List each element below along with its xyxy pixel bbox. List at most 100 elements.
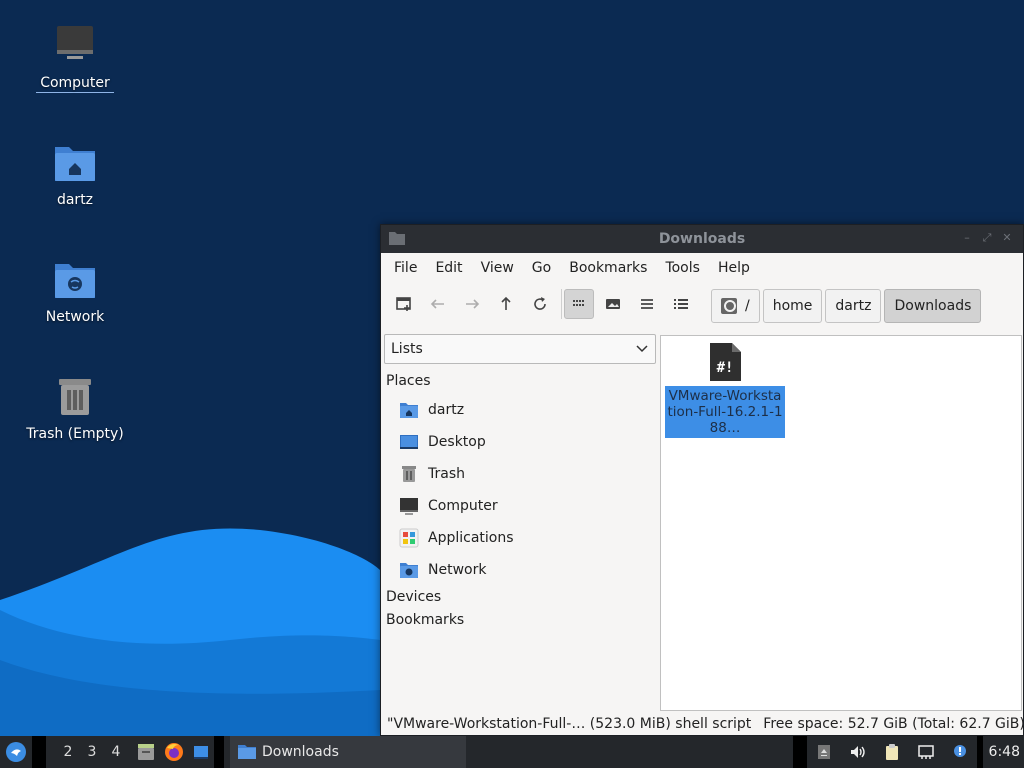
start-menu-button[interactable] [0, 736, 32, 768]
system-tray: 6:48 [792, 736, 1024, 768]
notification-icon [953, 745, 966, 757]
sidebar: Lists Places dartz Desktop Trash Compute… [381, 327, 659, 711]
desktop-icon [400, 435, 418, 449]
sidebar-heading-bookmarks[interactable]: Bookmarks [386, 612, 464, 628]
sidebar-item-computer[interactable]: Computer [399, 492, 498, 520]
sidebar-heading-places: Places [386, 373, 431, 389]
menu-bookmarks[interactable]: Bookmarks [560, 260, 656, 276]
volume-icon [850, 746, 865, 758]
sidebar-mode-value: Lists [391, 341, 423, 357]
computer-icon [400, 498, 418, 515]
minimize-icon[interactable]: – [961, 232, 973, 244]
sidebar-item-label: Trash [428, 466, 465, 482]
menu-view[interactable]: View [472, 260, 523, 276]
sidebar-item-trash[interactable]: Trash [399, 460, 465, 488]
clipboard-button[interactable] [881, 741, 903, 763]
clock[interactable]: 6:48 [989, 744, 1020, 760]
detail-view-icon [674, 299, 688, 309]
forward-icon [466, 299, 480, 309]
detail-view-button[interactable] [666, 289, 696, 319]
firefox-launcher[interactable] [160, 742, 188, 762]
menu-edit[interactable]: Edit [426, 260, 471, 276]
file-view[interactable]: #! VMware-Workstation-Full-16.2.1-188… [660, 335, 1022, 711]
sidebar-heading-devices[interactable]: Devices [386, 589, 441, 605]
sidebar-item-network[interactable]: Network [399, 556, 486, 584]
sidebar-item-label: Network [428, 562, 487, 578]
desktop-icon-computer[interactable]: Computer [20, 22, 130, 93]
distro-logo-icon [6, 742, 26, 762]
home-folder-icon [400, 403, 418, 418]
drive-icon [721, 298, 737, 314]
menu-bar: File Edit View Go Bookmarks Tools Help [381, 253, 1023, 283]
file-name: VMware-Workstation-Full-16.2.1-188… [665, 386, 785, 438]
toolbar: / home dartz Downloads [381, 283, 1023, 325]
workspace-4[interactable]: 4 [104, 744, 128, 760]
window-title: Downloads [658, 231, 746, 247]
back-button[interactable] [423, 289, 453, 319]
window-titlebar[interactable]: Downloads – ⤢ ✕ [381, 225, 1023, 253]
menu-file[interactable]: File [385, 260, 426, 276]
new-window-button[interactable] [389, 289, 419, 319]
desktop-icon-label: Network [45, 309, 105, 325]
svg-text:#!: #! [717, 360, 734, 376]
desktop-icon-label: Trash (Empty) [26, 426, 124, 442]
sidebar-item-desktop[interactable]: Desktop [399, 428, 486, 456]
back-icon [430, 299, 444, 309]
list-view-button[interactable] [632, 289, 662, 319]
breadcrumb-label: home [772, 298, 813, 314]
reload-button[interactable] [525, 289, 555, 319]
up-button[interactable] [491, 289, 521, 319]
eject-button[interactable] [813, 741, 835, 763]
close-icon[interactable]: ✕ [1001, 232, 1013, 244]
sidebar-mode-select[interactable]: Lists [384, 334, 656, 364]
list-view-icon [641, 299, 653, 309]
file-item[interactable]: #! VMware-Workstation-Full-16.2.1-188… [665, 342, 785, 438]
compact-view-icon [606, 299, 620, 309]
sidebar-item-label: Computer [428, 498, 498, 514]
menu-help[interactable]: Help [709, 260, 759, 276]
desktop-icon-trash[interactable]: Trash (Empty) [20, 373, 130, 443]
status-bar: "VMware-Workstation-Full-… (523.0 MiB) s… [381, 713, 1023, 735]
breadcrumb-label: dartz [835, 298, 872, 314]
thumbnail-view-button[interactable] [598, 289, 628, 319]
show-desktop-launcher[interactable] [188, 743, 214, 761]
volume-button[interactable] [847, 741, 869, 763]
up-icon [501, 296, 511, 310]
menu-tools[interactable]: Tools [656, 260, 709, 276]
applications-icon [399, 528, 419, 548]
workspace-2[interactable]: 2 [56, 744, 80, 760]
network-button[interactable] [915, 741, 937, 763]
breadcrumb-root[interactable]: / [711, 289, 760, 323]
chevron-down-icon [636, 345, 648, 353]
sidebar-item-dartz[interactable]: dartz [399, 396, 464, 424]
reload-icon [534, 297, 546, 310]
menu-go[interactable]: Go [523, 260, 560, 276]
desktop-icon-label: Computer [36, 74, 114, 93]
file-manager-launcher[interactable] [132, 742, 160, 762]
icon-view-button[interactable] [564, 289, 594, 319]
breadcrumb-downloads[interactable]: Downloads [884, 289, 982, 323]
forward-button[interactable] [457, 289, 487, 319]
desktop-icon-network[interactable]: Network [20, 256, 130, 326]
workspace-3[interactable]: 3 [80, 744, 104, 760]
home-folder-icon [55, 147, 95, 181]
status-free-space: Free space: 52.7 GiB (Total: 62.7 GiB) [763, 716, 1023, 732]
maximize-icon[interactable]: ⤢ [981, 232, 993, 244]
trash-icon [59, 379, 91, 415]
shell-script-icon: #! [710, 343, 741, 381]
status-selection: "VMware-Workstation-Full-… (523.0 MiB) s… [387, 716, 752, 732]
breadcrumb-home[interactable]: home [762, 289, 823, 323]
notification-button[interactable] [949, 741, 971, 763]
sidebar-item-label: Applications [428, 530, 514, 546]
network-folder-icon [55, 264, 95, 298]
sidebar-item-applications[interactable]: Applications [399, 524, 514, 552]
taskbar-separator [792, 736, 807, 768]
breadcrumb: / home dartz Downloads [711, 289, 984, 323]
task-downloads[interactable]: Downloads [230, 736, 466, 768]
sidebar-item-label: Desktop [428, 434, 486, 450]
show-desktop-icon [194, 746, 208, 759]
file-manager-window: Downloads – ⤢ ✕ File Edit View Go Bookma… [380, 224, 1024, 736]
breadcrumb-dartz[interactable]: dartz [825, 289, 882, 323]
desktop-icon-label: dartz [56, 192, 94, 208]
desktop-icon-home[interactable]: dartz [20, 139, 130, 209]
